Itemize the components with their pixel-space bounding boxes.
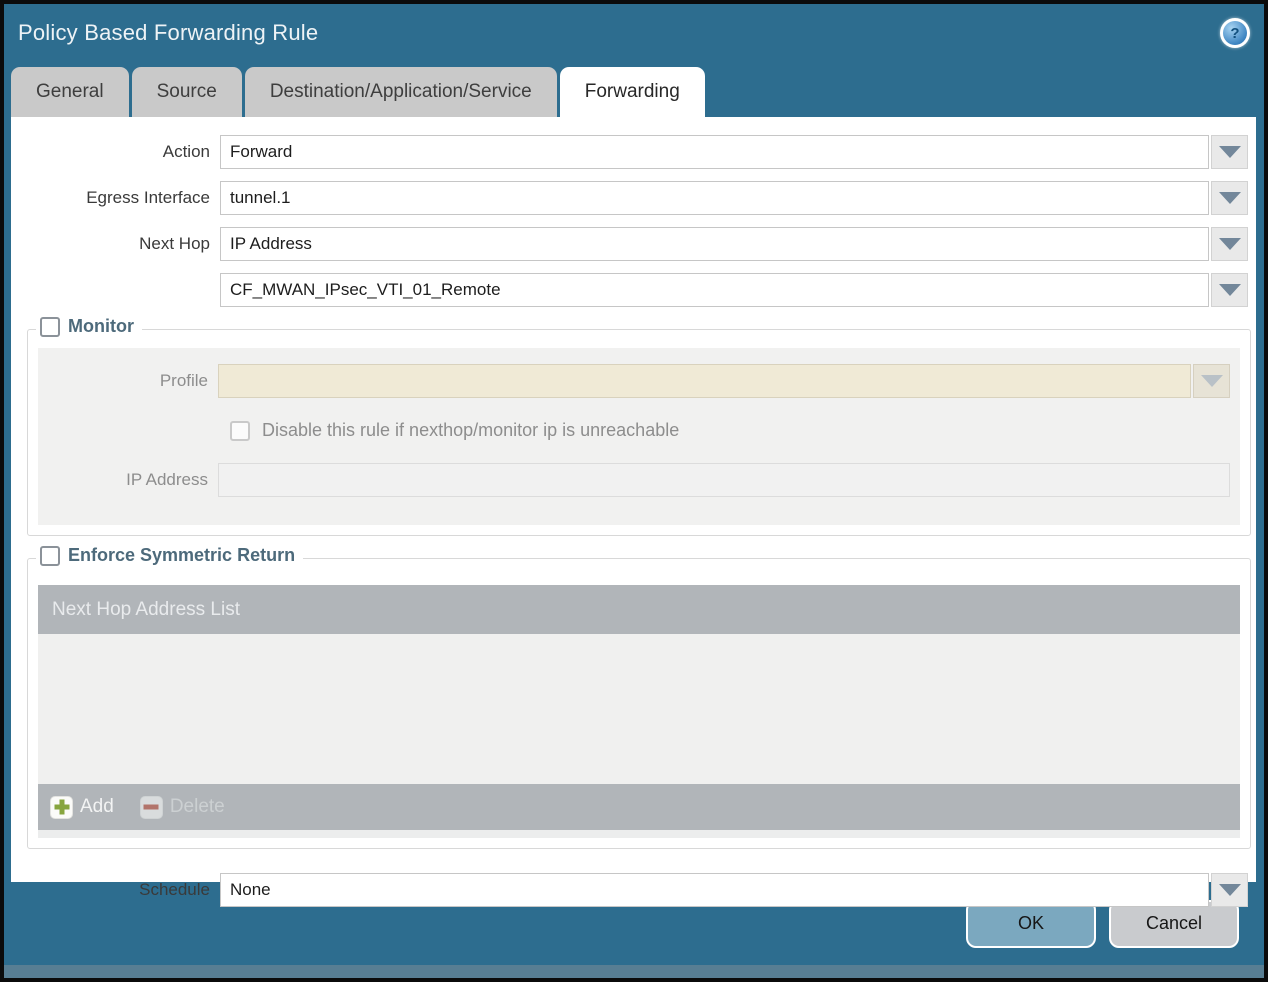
enforce-symmetric-return-legend: Enforce Symmetric Return	[36, 545, 304, 566]
next-hop-address-list-body[interactable]	[38, 634, 1240, 784]
monitor-ip-address-row: IP Address	[38, 463, 1230, 497]
profile-row: Profile	[38, 364, 1230, 398]
next-hop-address-list-header: Next Hop Address List	[38, 585, 1240, 634]
forwarding-tab-panel: Action Forward Egress Interface tunnel.1…	[11, 117, 1256, 907]
profile-dropdown-trigger	[1193, 364, 1230, 398]
enforce-symmetric-return-legend-label: Enforce Symmetric Return	[68, 545, 296, 565]
next-hop-input[interactable]: IP Address	[220, 227, 1209, 261]
chevron-down-icon	[1218, 192, 1241, 204]
tab-general[interactable]: General	[11, 67, 129, 117]
schedule-row: Schedule None	[11, 873, 1248, 907]
profile-label: Profile	[159, 371, 208, 390]
monitor-ip-address-label: IP Address	[126, 470, 208, 489]
next-hop-combo: IP Address	[220, 227, 1248, 261]
monitor-ip-address-wrap	[218, 463, 1230, 497]
next-hop-row: Next Hop IP Address	[11, 227, 1248, 261]
monitor-fieldset: Monitor Profile Disable this rule if nex…	[27, 316, 1251, 536]
next-hop-address-dropdown-trigger[interactable]	[1211, 273, 1248, 307]
next-hop-address-list-grid: Next Hop Address List Add Delete	[38, 585, 1240, 838]
dialog-titlebar: Policy Based Forwarding Rule ?	[4, 4, 1264, 62]
action-dropdown-trigger[interactable]	[1211, 135, 1248, 169]
add-button[interactable]: Add	[50, 795, 114, 819]
dialog-title: Policy Based Forwarding Rule	[18, 20, 319, 45]
action-label: Action	[162, 142, 210, 161]
action-combo: Forward	[220, 135, 1248, 169]
tab-source[interactable]: Source	[131, 67, 242, 117]
schedule-combo: None	[220, 873, 1248, 907]
egress-interface-combo: tunnel.1	[220, 181, 1248, 215]
chevron-down-icon	[1200, 375, 1223, 387]
delete-button: Delete	[139, 795, 225, 819]
profile-input	[218, 364, 1191, 398]
action-row: Action Forward	[11, 135, 1248, 169]
monitor-ip-address-input	[218, 463, 1230, 497]
disable-rule-label: Disable this rule if nexthop/monitor ip …	[262, 420, 680, 440]
delete-button-label: Delete	[169, 796, 225, 817]
egress-interface-label: Egress Interface	[86, 188, 210, 207]
monitor-legend-label: Monitor	[68, 316, 134, 336]
disable-rule-checkbox	[230, 420, 250, 441]
grid-bottom-strip	[38, 830, 1240, 838]
tab-bar: General Source Destination/Application/S…	[4, 62, 1264, 117]
add-button-label: Add	[80, 796, 114, 817]
enforce-symmetric-return-checkbox[interactable]	[40, 545, 60, 566]
profile-combo	[218, 364, 1230, 398]
monitor-legend: Monitor	[36, 316, 142, 337]
egress-interface-dropdown-trigger[interactable]	[1211, 181, 1248, 215]
action-input[interactable]: Forward	[220, 135, 1209, 169]
egress-interface-input[interactable]: tunnel.1	[220, 181, 1209, 215]
minus-icon	[139, 795, 163, 819]
schedule-input[interactable]: None	[220, 873, 1209, 907]
monitor-panel: Profile Disable this rule if nexthop/mon…	[38, 348, 1240, 525]
disable-rule-row: Disable this rule if nexthop/monitor ip …	[230, 420, 1230, 441]
next-hop-label: Next Hop	[139, 234, 210, 253]
dialog-bottom-strip	[4, 965, 1264, 978]
tab-forwarding[interactable]: Forwarding	[559, 67, 705, 117]
policy-based-forwarding-dialog: Policy Based Forwarding Rule ? General S…	[4, 4, 1264, 978]
tab-destination-application-service[interactable]: Destination/Application/Service	[244, 67, 557, 117]
egress-interface-row: Egress Interface tunnel.1	[11, 181, 1248, 215]
enforce-symmetric-return-fieldset: Enforce Symmetric Return Next Hop Addres…	[27, 545, 1251, 849]
monitor-checkbox[interactable]	[40, 316, 60, 337]
schedule-label: Schedule	[139, 880, 210, 899]
next-hop-address-input[interactable]: CF_MWAN_IPsec_VTI_01_Remote	[220, 273, 1209, 307]
chevron-down-icon	[1218, 238, 1241, 250]
chevron-down-icon	[1218, 884, 1241, 896]
chevron-down-icon	[1218, 284, 1241, 296]
next-hop-dropdown-trigger[interactable]	[1211, 227, 1248, 261]
chevron-down-icon	[1218, 146, 1241, 158]
schedule-dropdown-trigger[interactable]	[1211, 873, 1248, 907]
question-mark-glyph: ?	[1223, 21, 1247, 45]
next-hop-address-combo: CF_MWAN_IPsec_VTI_01_Remote	[220, 273, 1248, 307]
help-icon[interactable]: ?	[1220, 18, 1250, 48]
plus-icon	[50, 795, 73, 819]
next-hop-address-row: CF_MWAN_IPsec_VTI_01_Remote	[11, 273, 1248, 307]
next-hop-address-list-toolbar: Add Delete	[38, 784, 1240, 830]
